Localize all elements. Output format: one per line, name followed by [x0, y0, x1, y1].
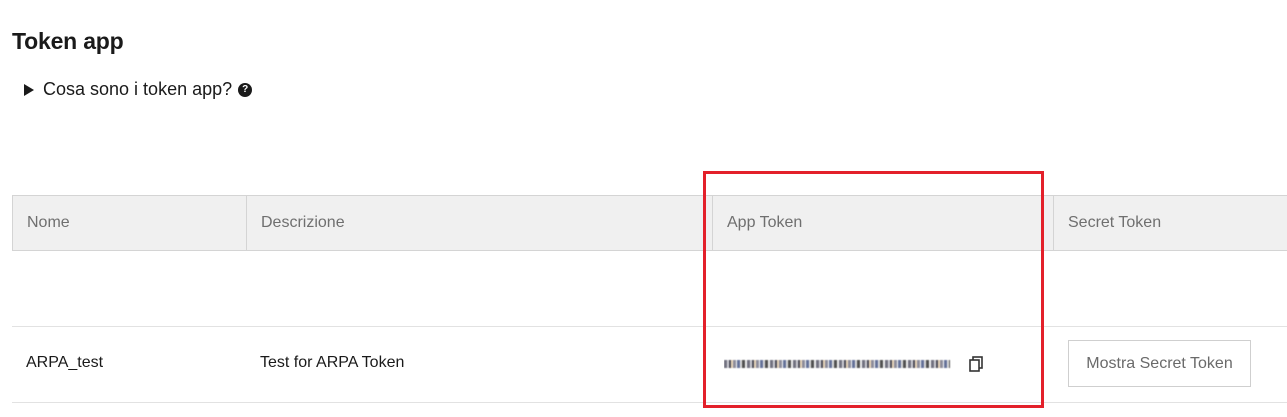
- table-header: Nome Descrizione App Token Secret Token: [12, 195, 1287, 251]
- faq-toggle[interactable]: Cosa sono i token app? ?: [24, 79, 253, 100]
- column-header-app-token: App Token: [713, 196, 1054, 250]
- column-header-descrizione: Descrizione: [247, 196, 713, 250]
- app-token-value: [724, 357, 952, 371]
- column-header-nome: Nome: [13, 196, 247, 250]
- copy-icon[interactable]: [968, 355, 986, 373]
- column-header-secret-token: Secret Token: [1068, 214, 1162, 231]
- row-divider: [12, 402, 1287, 403]
- cell-nome: ARPA_test: [26, 354, 104, 371]
- row-divider: [12, 326, 1287, 327]
- help-icon[interactable]: ?: [238, 82, 253, 97]
- show-secret-token-button[interactable]: Mostra Secret Token: [1068, 340, 1251, 387]
- cell-descrizione: Test for ARPA Token: [260, 354, 405, 371]
- triangle-right-icon: [24, 83, 34, 96]
- page-title: Token app: [12, 28, 124, 54]
- faq-label: Cosa sono i token app?: [43, 79, 233, 99]
- obscured-token: [724, 360, 950, 368]
